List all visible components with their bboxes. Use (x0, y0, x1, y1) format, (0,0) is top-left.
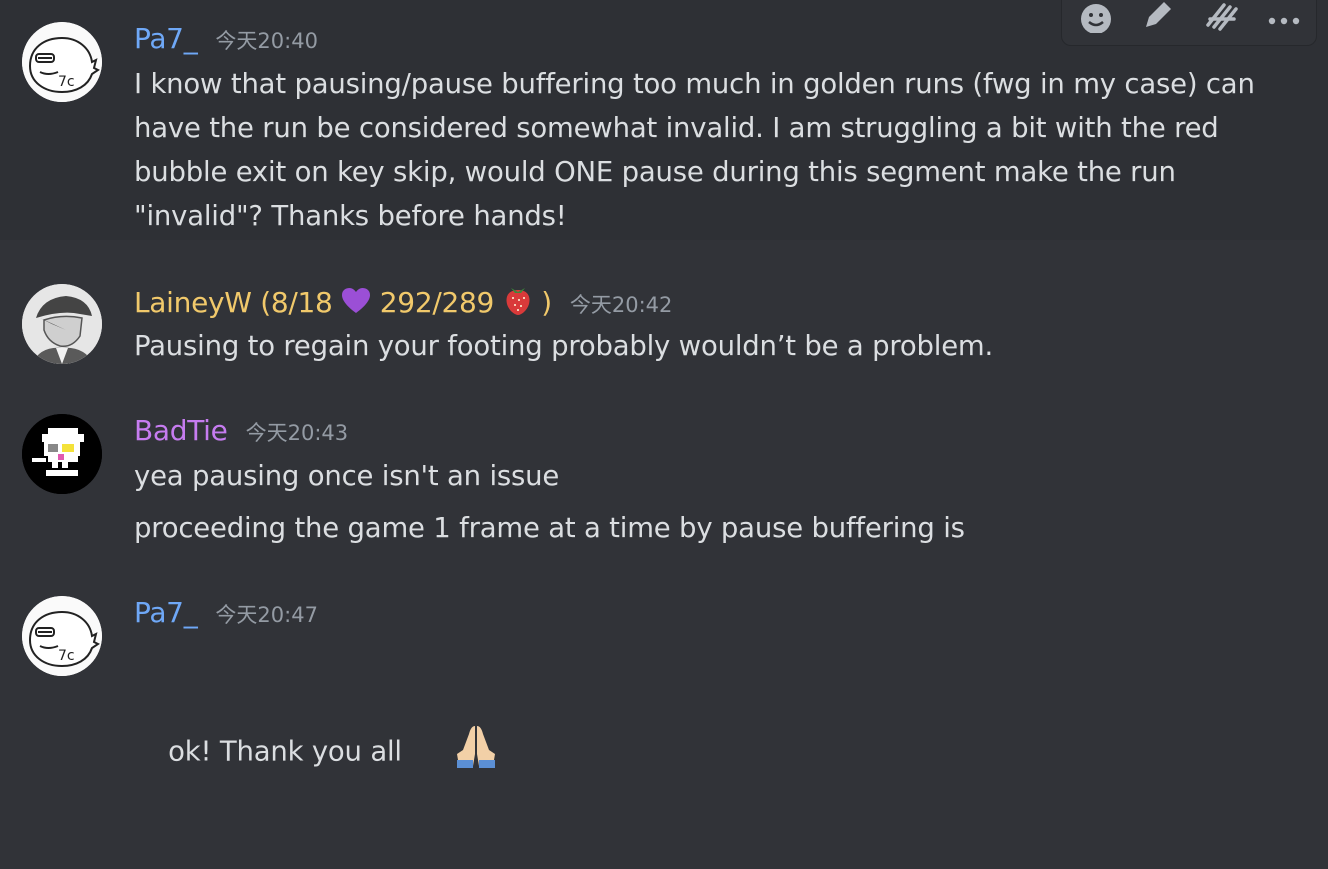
purple-heart-icon (341, 287, 371, 322)
message-line: Pausing to regain your footing probably … (134, 330, 994, 362)
strawberry-icon (503, 284, 533, 323)
svg-text:7c: 7c (58, 74, 75, 90)
message-2[interactable]: LaineyW (8/18 292/289 ) 今天20:42 Pausing … (0, 262, 1328, 372)
thread-icon (1206, 3, 1238, 31)
timestamp[interactable]: 今天20:42 (570, 289, 673, 319)
timestamp[interactable]: 今天20:40 (215, 25, 318, 55)
message-text: ok! Thank you all (168, 735, 402, 768)
edit-button[interactable] (1134, 0, 1182, 39)
message-line: "invalid"? Thanks before hands! (134, 200, 567, 232)
username[interactable]: Pa7_ (134, 596, 198, 629)
add-reaction-icon (1081, 4, 1111, 33)
avatar[interactable]: 7c (22, 22, 102, 102)
thread-button[interactable] (1198, 0, 1246, 39)
message-3[interactable]: BadTie 今天20:43 yea pausing once isn't an… (0, 392, 1328, 552)
message-line: I know that pausing/pause buffering too … (134, 68, 1255, 100)
username-mid: 292/289 (379, 286, 495, 319)
message-line: bubble exit on key skip, would ONE pause… (134, 156, 1176, 188)
username-prefix: LaineyW (8/18 (134, 286, 333, 319)
message-1[interactable]: 7c Pa7_ 今天20:40 I know that pausing/paus… (0, 0, 1328, 240)
username[interactable]: LaineyW (8/18 292/289 ) (134, 284, 552, 323)
folded-hands-icon (402, 680, 499, 825)
dino-avatar-icon: 7c (22, 596, 102, 676)
dino-avatar-icon: 7c (22, 22, 102, 102)
avatar[interactable] (22, 284, 102, 364)
message-line: have the run be considered somewhat inva… (134, 112, 1219, 144)
username[interactable]: BadTie (134, 414, 228, 447)
portrait-avatar-icon (22, 284, 102, 364)
message-4[interactable]: 7c Pa7_ 今天20:47 ok! Thank you all (0, 574, 1328, 768)
timestamp[interactable]: 今天20:43 (246, 417, 349, 447)
svg-text:7c: 7c (58, 648, 75, 664)
more-icon (1268, 17, 1300, 25)
username[interactable]: Pa7_ (134, 22, 198, 55)
message-line: ok! Thank you all (134, 636, 1264, 869)
message-toolbar (1061, 0, 1317, 46)
timestamp[interactable]: 今天20:47 (215, 599, 318, 629)
edit-icon (1146, 2, 1171, 27)
message-line: yea pausing once isn't an issue (134, 460, 560, 492)
pixel-skull-avatar-icon (22, 414, 102, 494)
avatar[interactable]: 7c (22, 596, 102, 676)
more-button[interactable] (1260, 0, 1308, 39)
username-suffix: ) (541, 286, 552, 319)
message-line: proceeding the game 1 frame at a time by… (134, 512, 965, 544)
avatar[interactable] (22, 414, 102, 494)
add-reaction-button[interactable] (1072, 0, 1120, 39)
